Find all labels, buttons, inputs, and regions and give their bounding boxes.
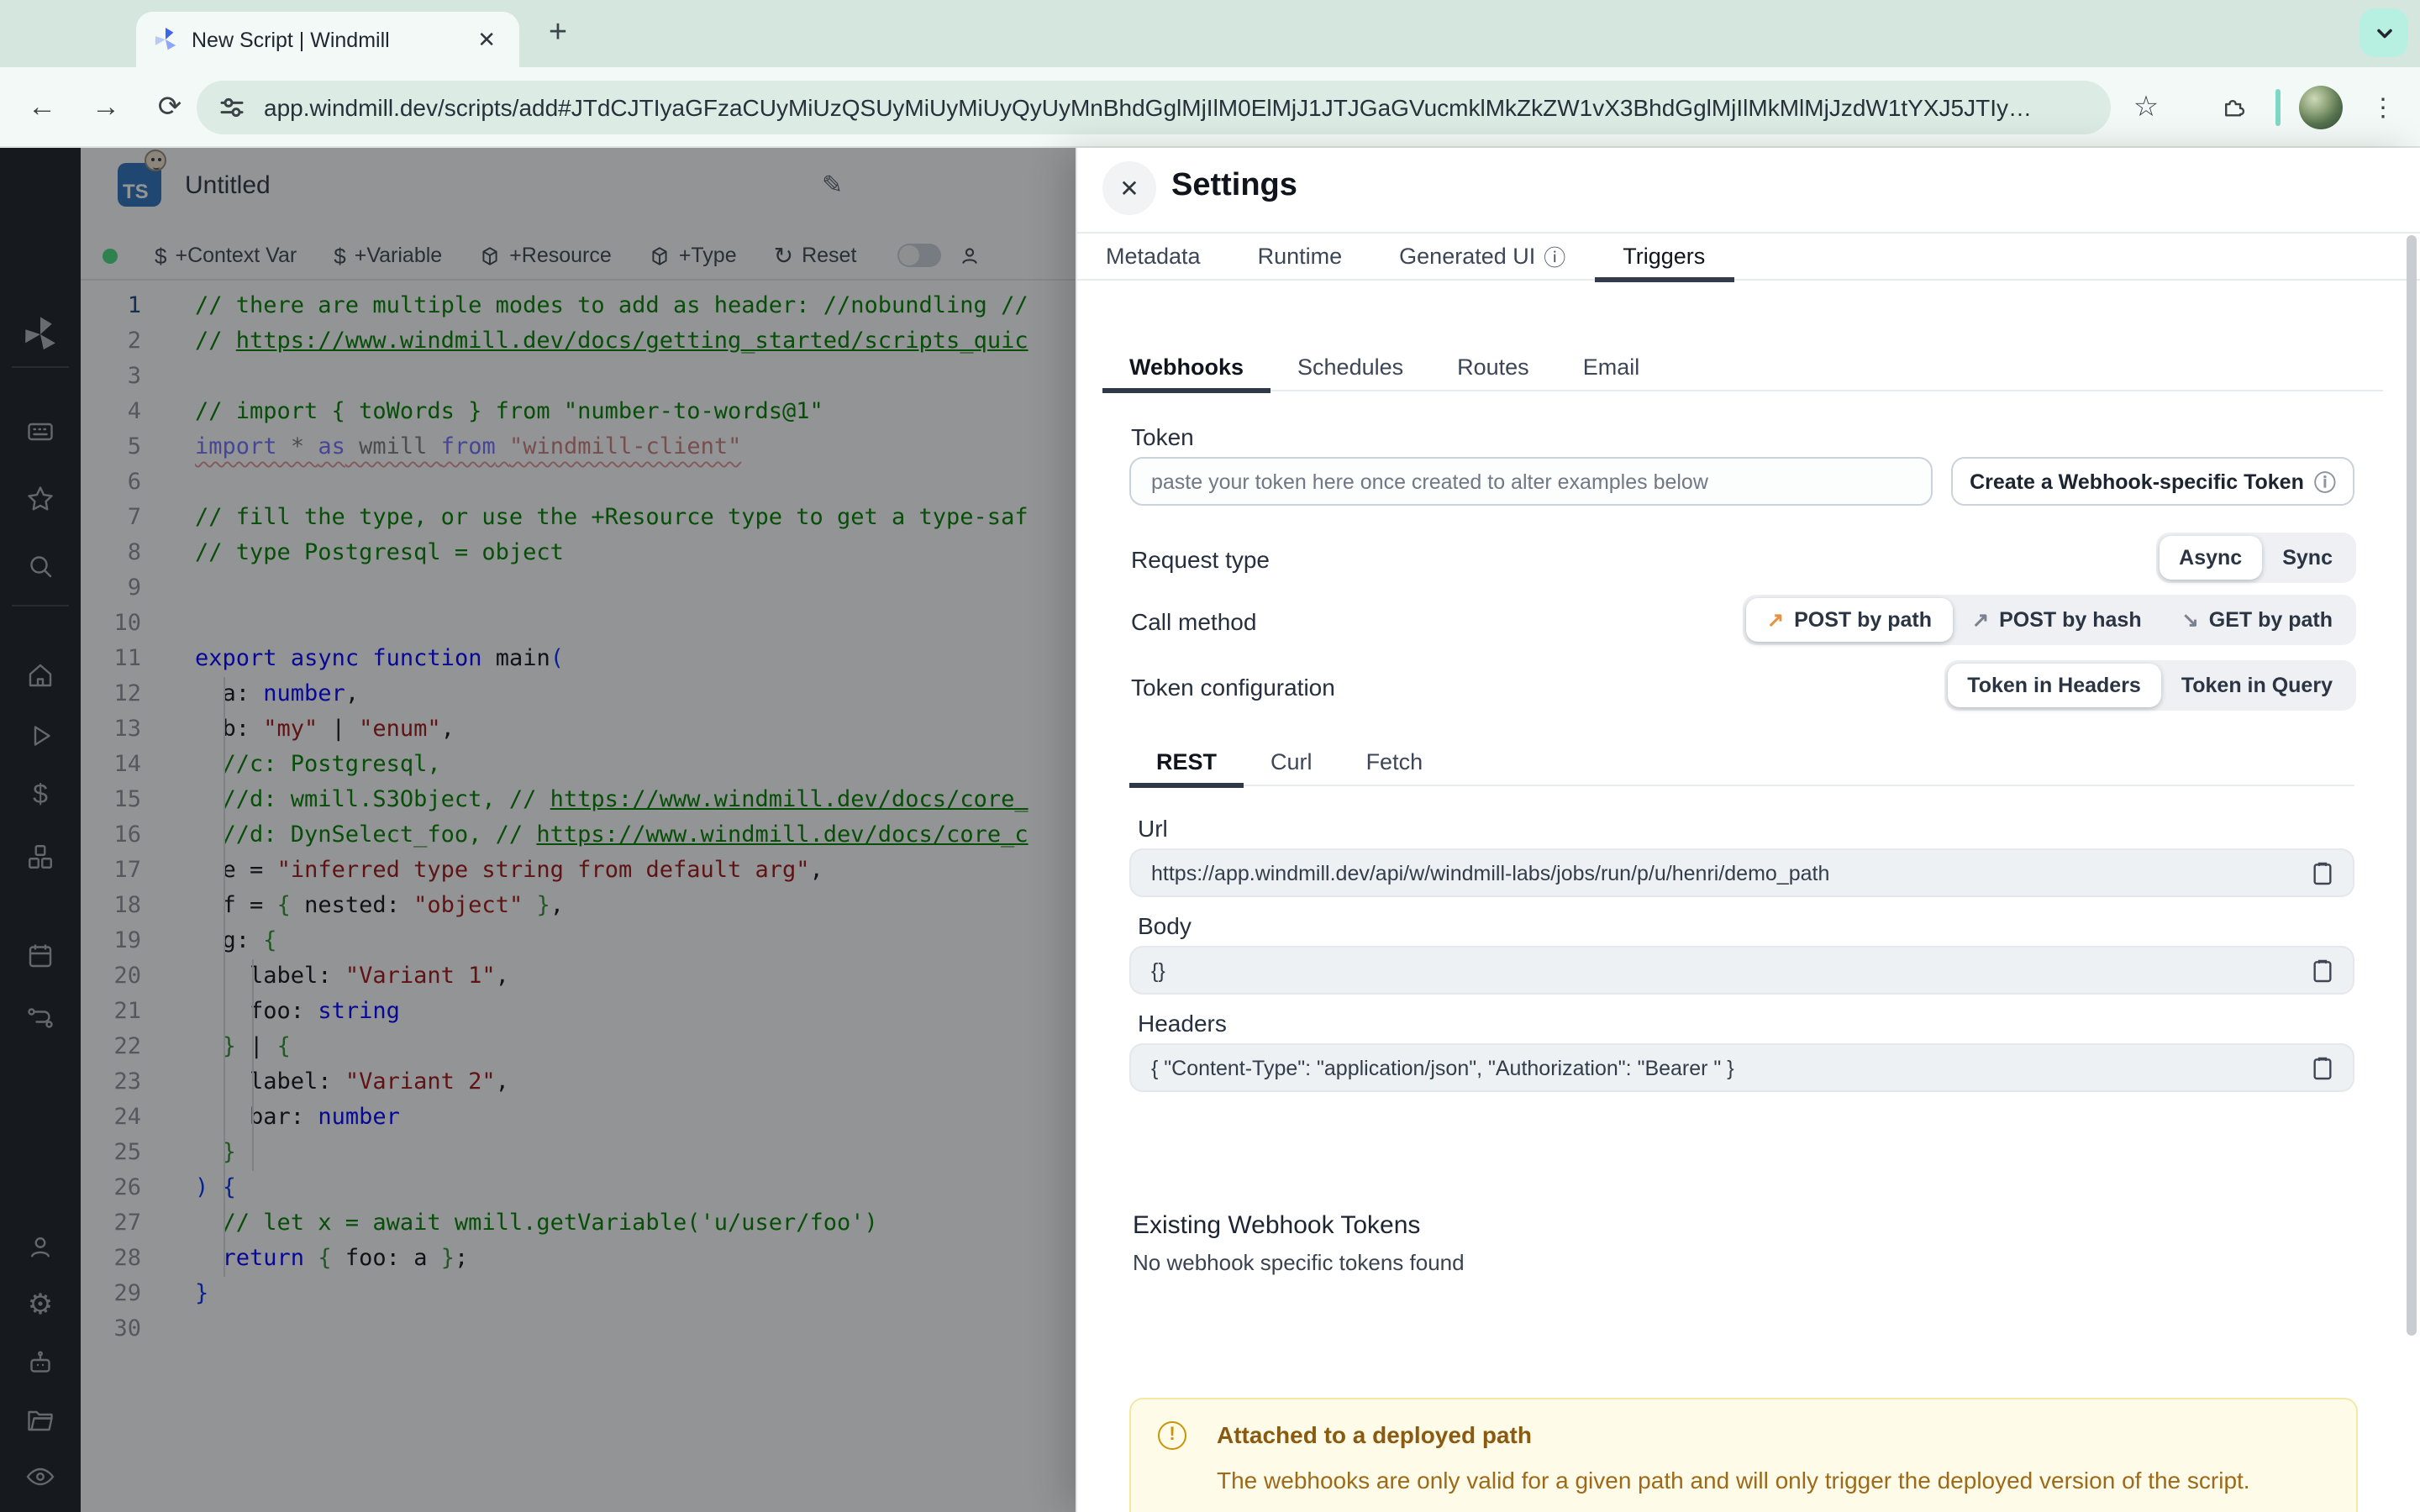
settings-panel: ✕ Settings Metadata Runtime Generated UI… (1076, 148, 2420, 1512)
option-sync[interactable]: Sync (2262, 536, 2353, 580)
toolbar-divider (2275, 89, 2281, 126)
token-input[interactable] (1129, 457, 1933, 506)
copy-icon[interactable] (2311, 860, 2334, 887)
settings-tabs: Metadata Runtime Generated UI ⓘ Triggers (1077, 232, 2420, 282)
warning-title: Attached to a deployed path (1217, 1421, 1532, 1448)
trigger-tabs: Webhooks Schedules Routes Email (1102, 344, 2383, 393)
site-settings-tune-icon[interactable] (220, 96, 244, 119)
tab-generated-ui[interactable]: Generated UI ⓘ (1370, 234, 1594, 279)
copy-icon[interactable] (2311, 1055, 2334, 1082)
arrow-down-right-icon: ↘ (2181, 608, 2199, 632)
modal-overlay[interactable] (0, 148, 1076, 1512)
call-method-label: Call method (1131, 608, 1257, 635)
existing-tokens-empty: No webhook specific tokens found (1133, 1250, 1465, 1275)
info-icon: ⓘ (2313, 470, 2336, 496)
profile-avatar[interactable] (2299, 86, 2343, 129)
tab-runtime[interactable]: Runtime (1229, 234, 1371, 279)
browser-menu-icon[interactable]: ⋮ (2370, 67, 2396, 148)
tab-triggers[interactable]: Triggers (1594, 234, 1734, 282)
panel-scrollbar[interactable] (2407, 235, 2417, 1336)
request-type-toggle: Async Sync (2155, 533, 2356, 583)
close-settings-button[interactable]: ✕ (1102, 161, 1156, 215)
tab-curl[interactable]: Curl (1244, 739, 1339, 785)
option-token-in-headers[interactable]: Token in Headers (1947, 664, 2161, 707)
body-field: {} (1129, 946, 2354, 995)
create-webhook-token-button[interactable]: Create a Webhook-specific Token ⓘ (1951, 457, 2354, 506)
option-post-by-hash[interactable]: ↗ POST by hash (1952, 598, 2162, 642)
extensions-puzzle-icon[interactable] (2212, 67, 2255, 148)
windmill-favicon-icon (153, 27, 178, 52)
deployed-path-warning: ! Attached to a deployed path The webhoo… (1129, 1398, 2358, 1512)
option-async[interactable]: Async (2159, 536, 2263, 580)
tab-search-chevron-button[interactable] (2360, 8, 2408, 57)
headers-field: { "Content-Type": "application/json", "A… (1129, 1043, 2354, 1092)
tab-fetch[interactable]: Fetch (1339, 739, 1450, 785)
chevron-down-icon (2376, 28, 2391, 38)
forward-icon[interactable]: → (84, 67, 128, 148)
option-get-by-path[interactable]: ↘ GET by path (2162, 598, 2353, 642)
token-configuration-toggle: Token in Headers Token in Query (1944, 660, 2356, 711)
example-tabs: REST Curl Fetch (1129, 739, 2354, 788)
info-icon[interactable]: ⓘ (1544, 240, 1565, 272)
browser-tab[interactable]: New Script | Windmill ✕ (136, 12, 519, 67)
tab-routes[interactable]: Routes (1430, 344, 1556, 390)
request-type-label: Request type (1131, 546, 1270, 573)
arrow-up-right-icon: ↗ (1766, 608, 1785, 632)
option-token-in-query[interactable]: Token in Query (2161, 664, 2353, 707)
reload-icon[interactable]: ⟳ (148, 67, 192, 148)
tab-close-icon[interactable]: ✕ (471, 26, 502, 53)
bookmark-star-icon[interactable]: ☆ (2124, 67, 2168, 148)
tab-schedules[interactable]: Schedules (1270, 344, 1430, 390)
tab-rest[interactable]: REST (1129, 739, 1244, 788)
tab-metadata[interactable]: Metadata (1077, 234, 1229, 279)
url-field: https://app.windmill.dev/api/w/windmill-… (1129, 848, 2354, 897)
settings-title: Settings (1171, 168, 1297, 203)
headers-label: Headers (1138, 1010, 1227, 1037)
url-text[interactable]: app.windmill.dev/scripts/add#JTdCJTIyaGF… (264, 94, 2032, 121)
tab-webhooks[interactable]: Webhooks (1102, 344, 1271, 393)
call-method-toggle: ↗ POST by path ↗ POST by hash ↘ GET by p… (1743, 595, 2356, 645)
screen: New Script | Windmill ✕ + ← → ⟳ app.wind… (0, 0, 2420, 1512)
tab-email[interactable]: Email (1556, 344, 1667, 390)
browser-tabstrip: New Script | Windmill ✕ + (0, 0, 2420, 67)
arrow-up-right-icon: ↗ (1972, 608, 1990, 632)
copy-icon[interactable] (2311, 958, 2334, 984)
tab-title: New Script | Windmill (192, 28, 390, 51)
new-tab-button[interactable]: + (538, 15, 578, 55)
body-label: Body (1138, 912, 1192, 939)
back-icon[interactable]: ← (20, 67, 64, 148)
token-configuration-label: Token configuration (1131, 674, 1335, 701)
token-label: Token (1131, 423, 1194, 450)
alert-circle-icon: ! (1158, 1421, 1186, 1450)
address-bar[interactable]: app.windmill.dev/scripts/add#JTdCJTIyaGF… (197, 81, 2111, 134)
url-label: Url (1138, 815, 1168, 842)
warning-body: The webhooks are only valid for a given … (1217, 1467, 2250, 1494)
option-post-by-path[interactable]: ↗ POST by path (1746, 598, 1952, 642)
existing-tokens-title: Existing Webhook Tokens (1133, 1211, 1421, 1240)
